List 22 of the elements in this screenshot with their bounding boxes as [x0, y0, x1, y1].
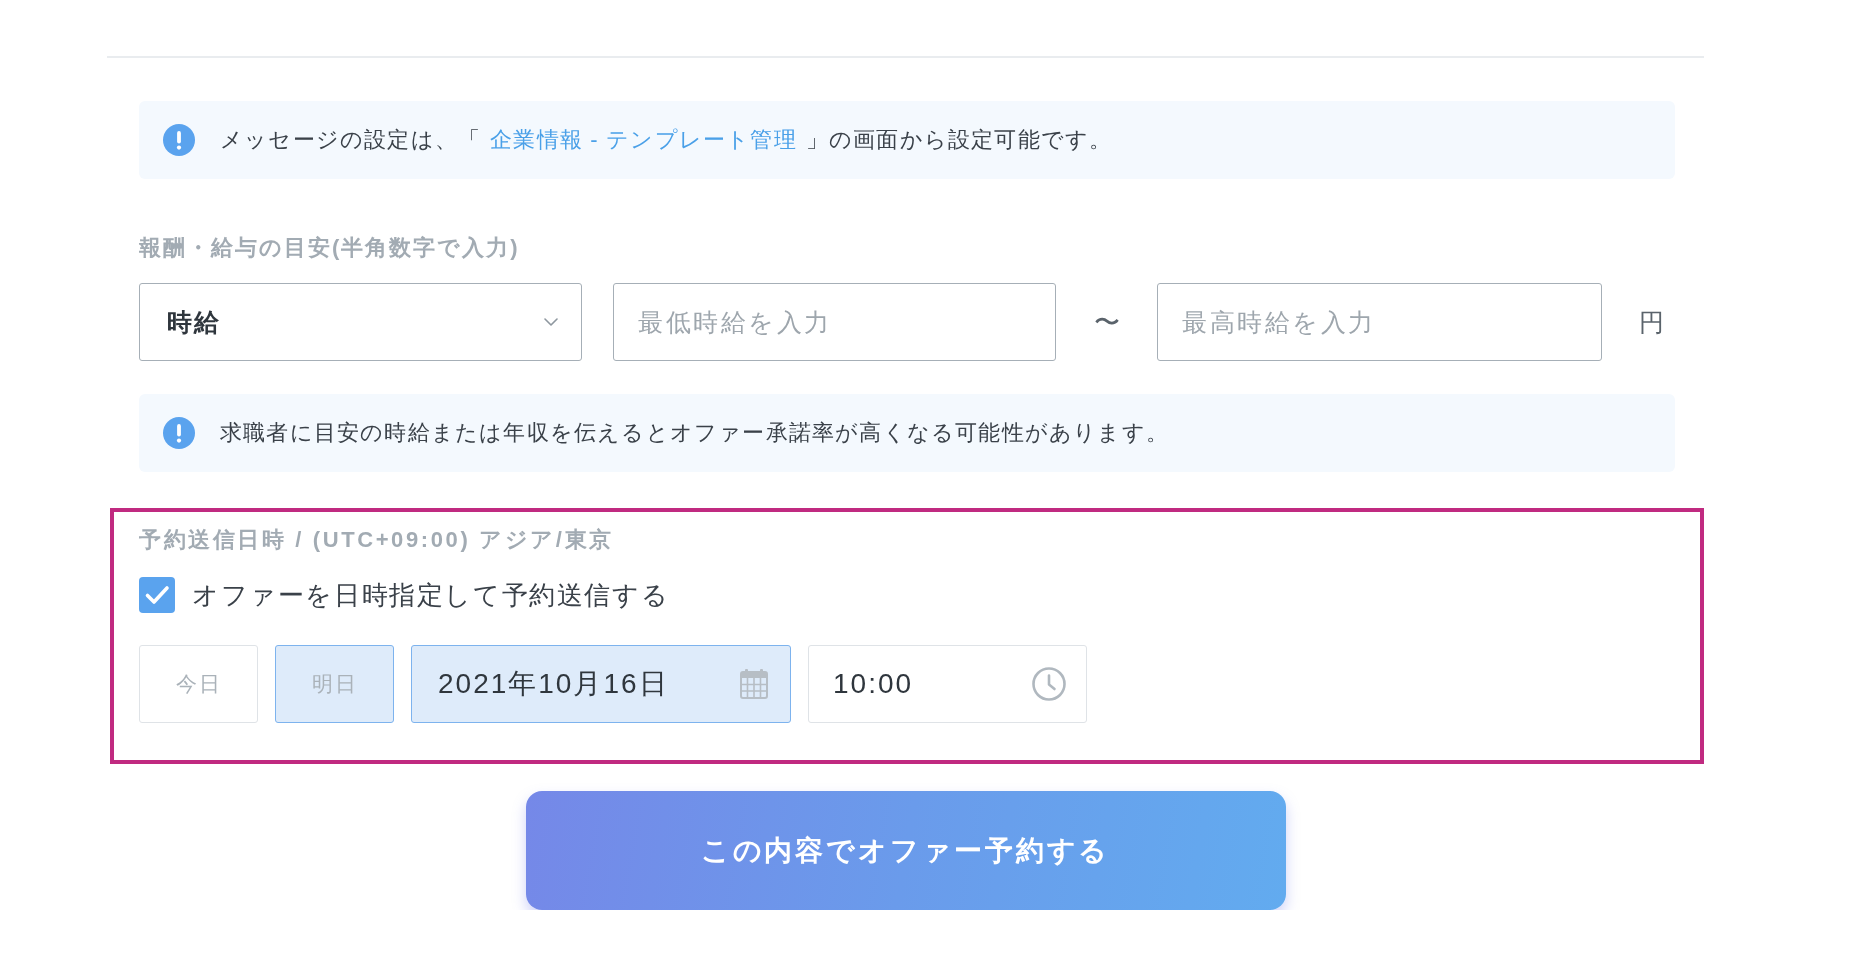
- checkbox[interactable]: [139, 577, 175, 613]
- notice-text: メッセージの設定は、「 企業情報 - テンプレート管理 」の画面から設定可能です。: [220, 126, 1113, 154]
- template-link[interactable]: 企業情報 - テンプレート管理: [490, 127, 797, 152]
- exclamation-icon: [163, 417, 195, 449]
- checkbox-label: オファーを日時指定して予約送信する: [192, 578, 670, 612]
- date-field[interactable]: 2021年10月16日: [411, 645, 791, 723]
- range-separator: 〜: [1093, 305, 1120, 339]
- field-label: 予約送信日時 / (UTC+09:00) アジア/東京: [139, 526, 615, 554]
- dropdown[interactable]: 時給: [139, 283, 582, 361]
- day-button[interactable]: 今日: [139, 645, 258, 723]
- chevron-down-icon: [544, 318, 558, 326]
- field-label: 報酬・給与の目安(半角数字で入力): [139, 234, 521, 262]
- day-button[interactable]: 明日: [275, 645, 394, 723]
- min-wage-field[interactable]: 最低時給を入力: [613, 283, 1056, 361]
- exclamation-icon: [163, 124, 195, 156]
- calendar-icon: [740, 669, 768, 699]
- submit-button[interactable]: この内容でオファー予約する: [525, 791, 1286, 910]
- max-wage-field[interactable]: 最高時給を入力: [1157, 283, 1602, 361]
- clock-icon: [1032, 667, 1066, 701]
- time-field[interactable]: 10:00: [808, 645, 1087, 723]
- notice-text: 求職者に目安の時給または年収を伝えるとオファー承諾率が高くなる可能性があります。: [220, 419, 1169, 447]
- currency-unit: 円: [1639, 306, 1664, 338]
